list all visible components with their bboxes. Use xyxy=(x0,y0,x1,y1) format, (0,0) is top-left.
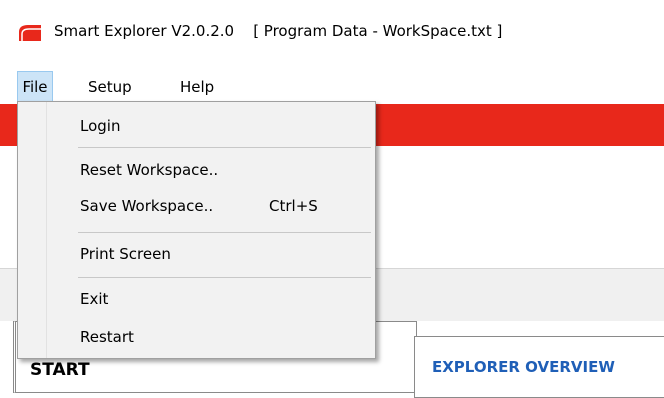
menu-item-restart[interactable]: Restart xyxy=(80,325,134,349)
menu-item-login[interactable]: Login xyxy=(80,114,120,138)
overview-panel-title: EXPLORER OVERVIEW xyxy=(432,358,615,376)
app-logo-icon xyxy=(19,25,41,41)
menu-item-exit[interactable]: Exit xyxy=(80,287,108,311)
start-panel-title: START xyxy=(30,360,90,380)
menu-help[interactable]: Help xyxy=(180,72,230,102)
menu-separator xyxy=(78,147,371,148)
menu-item-save-workspace[interactable]: Save Workspace.. xyxy=(80,194,213,218)
menu-separator xyxy=(78,232,371,233)
title-bar: Smart Explorer V2.0.2.0 [ Program Data -… xyxy=(0,0,664,62)
menu-separator xyxy=(78,277,371,278)
save-shortcut-label: Ctrl+S xyxy=(269,197,318,215)
menu-file[interactable]: File xyxy=(17,71,53,102)
menu-item-print-screen[interactable]: Print Screen xyxy=(80,242,171,266)
menu-icon-gutter xyxy=(18,102,47,358)
menu-bar: File Setup Help xyxy=(0,62,664,104)
menu-item-reset-workspace[interactable]: Reset Workspace.. xyxy=(80,158,218,182)
window-title: Smart Explorer V2.0.2.0 [ Program Data -… xyxy=(54,22,503,40)
menu-setup[interactable]: Setup xyxy=(88,72,152,102)
file-menu-dropdown: Login Reset Workspace.. Save Workspace..… xyxy=(17,101,376,359)
